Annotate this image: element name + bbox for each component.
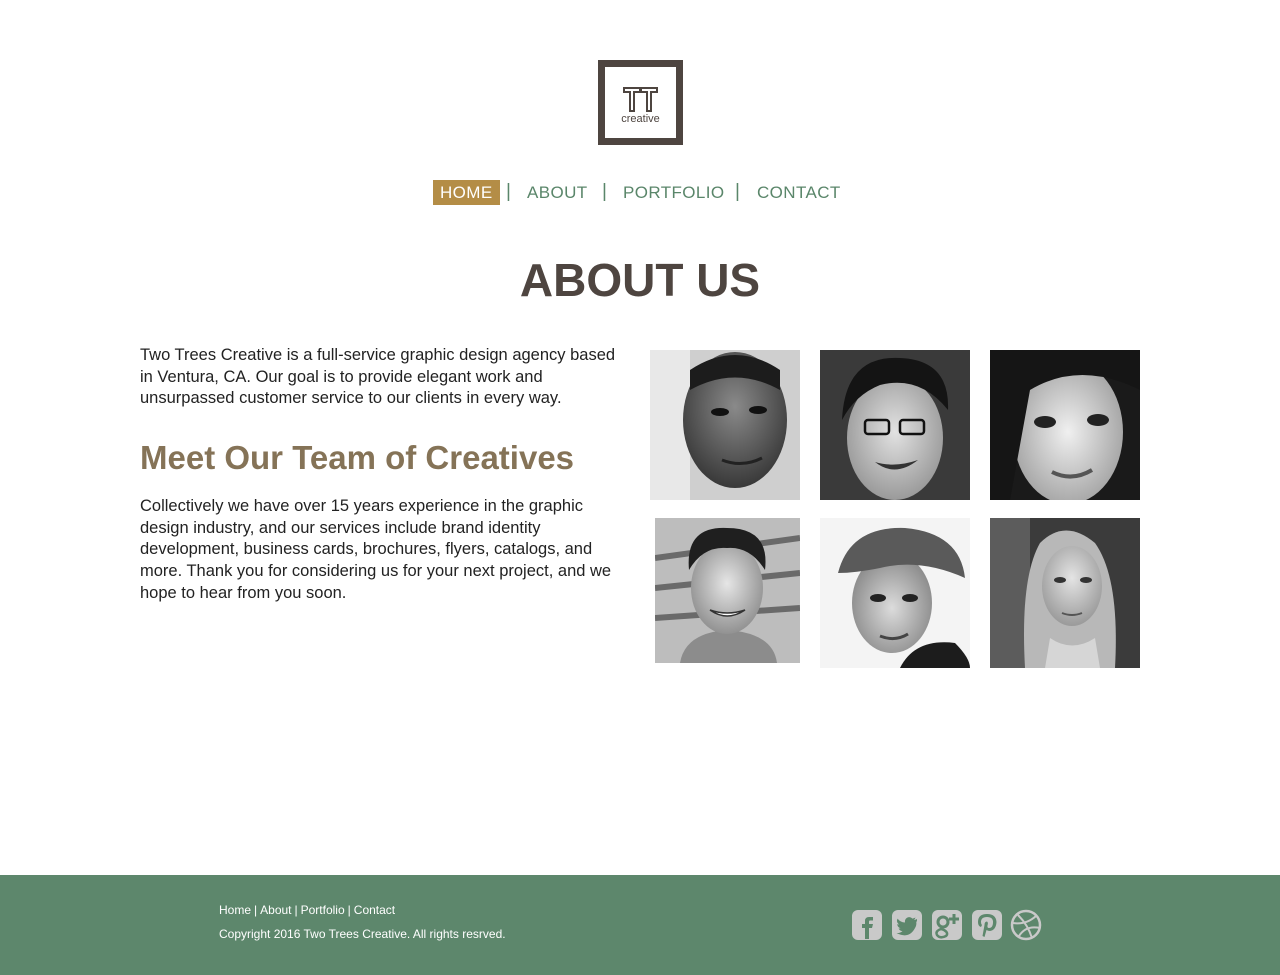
nav-separator: | <box>735 181 740 202</box>
team-paragraph: Collectively we have over 15 years exper… <box>140 497 612 602</box>
nav-contact[interactable]: CONTACT <box>757 180 841 205</box>
team-member-photo-5[interactable] <box>820 518 970 668</box>
logo-wordmark: creative <box>621 113 660 125</box>
footer-separator: | <box>294 903 298 917</box>
site-footer: Home | About | Portfolio | Contact Copyright 2… <box>0 875 1280 975</box>
intro-section: Two Trees Creative is a full-service gra… <box>140 345 620 410</box>
google-plus-icon[interactable] <box>931 909 963 941</box>
twitter-icon[interactable] <box>891 909 923 941</box>
team-member-photo-3[interactable] <box>990 350 1140 500</box>
team-member-photo-6[interactable] <box>990 518 1140 668</box>
facebook-icon[interactable] <box>851 909 883 941</box>
footer-link-about[interactable]: About <box>260 903 291 917</box>
nav-portfolio[interactable]: PORTFOLIO <box>623 180 725 205</box>
footer-link-contact[interactable]: Contact <box>354 903 395 917</box>
team-section: Collectively we have over 15 years exper… <box>140 496 620 605</box>
team-member-photo-2[interactable] <box>820 350 970 500</box>
team-member-photo-1[interactable] <box>650 350 800 500</box>
two-trees-logo-icon <box>623 87 658 112</box>
team-heading: Meet Our Team of Creatives <box>140 439 575 476</box>
footer-link-home[interactable]: Home <box>219 903 251 917</box>
site-logo[interactable]: creative <box>598 60 683 145</box>
copyright-text: Copyright 2016 Two Trees Creative. All r… <box>219 927 506 941</box>
dribbble-icon[interactable] <box>1010 909 1042 941</box>
footer-link-portfolio[interactable]: Portfolio <box>301 903 345 917</box>
nav-separator: | <box>506 181 511 202</box>
pinterest-icon[interactable] <box>971 909 1003 941</box>
nav-about[interactable]: ABOUT <box>527 180 588 205</box>
nav-separator: | <box>602 181 607 202</box>
team-member-photo-4[interactable] <box>655 518 800 663</box>
main-navigation: HOME | ABOUT | PORTFOLIO | CONTACT <box>0 180 1280 205</box>
intro-paragraph: Two Trees Creative is a full-service gra… <box>140 346 616 408</box>
footer-separator: | <box>347 903 351 917</box>
nav-home[interactable]: HOME <box>433 180 500 205</box>
page-title: ABOUT US <box>519 254 761 306</box>
footer-separator: | <box>254 903 258 917</box>
footer-links: Home | About | Portfolio | Contact <box>219 903 395 917</box>
